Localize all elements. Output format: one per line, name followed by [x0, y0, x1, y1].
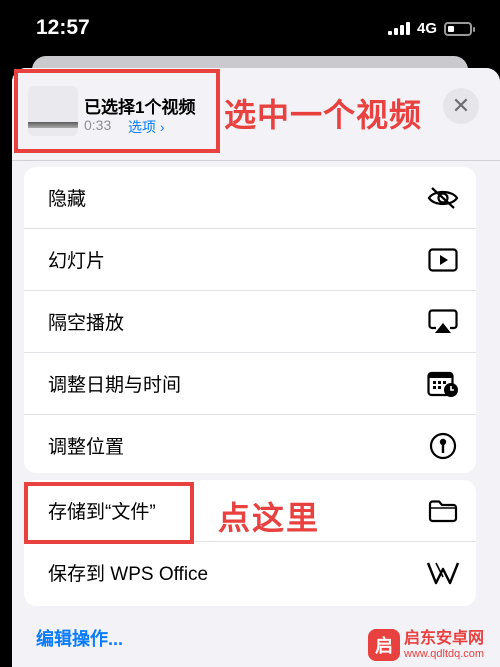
action-airplay[interactable]: 隔空播放 — [24, 291, 476, 353]
eye-slash-icon — [426, 181, 460, 215]
signal-icon — [387, 22, 410, 35]
annotation-click-here: 点这里 — [218, 500, 321, 536]
watermark-url: www.qdltdq.com — [404, 647, 485, 660]
actions-group-1: 隐藏 幻灯片 隔空播放 调整日期与时间 调整位置 — [24, 167, 476, 473]
action-label: 隐藏 — [48, 189, 87, 210]
action-label: 幻灯片 — [48, 251, 106, 272]
annotation-select-video: 选中一个视频 — [224, 97, 423, 133]
action-adjust-location[interactable]: 调整位置 — [24, 415, 476, 473]
close-icon: ✕ — [451, 93, 471, 118]
edit-actions-link[interactable]: 编辑操作... — [36, 625, 123, 651]
highlight-box-selection — [14, 69, 220, 153]
action-adjust-date-time[interactable]: 调整日期与时间 — [24, 353, 476, 415]
watermark: 启 启东安卓网 www.qdltdq.com — [368, 622, 500, 667]
close-button[interactable]: ✕ — [443, 88, 479, 124]
share-sheet: 已选择1个视频 0:33 选项 › 选中一个视频 ✕ 隐藏 幻灯片 隔空播放 调… — [12, 68, 500, 667]
action-hide[interactable]: 隐藏 — [24, 167, 476, 229]
network-label: 4G — [416, 20, 437, 37]
action-label: 隔空播放 — [48, 313, 125, 334]
action-label: 保存到 WPS Office — [48, 564, 209, 585]
wps-icon — [426, 556, 460, 590]
action-slideshow[interactable]: 幻灯片 — [24, 229, 476, 291]
action-save-to-wps[interactable]: 保存到 WPS Office — [24, 542, 476, 603]
status-time: 12:57 — [36, 16, 90, 39]
action-label: 调整位置 — [48, 437, 125, 458]
calendar-clock-icon — [426, 367, 460, 401]
watermark-name: 启东安卓网 — [404, 629, 485, 647]
status-icons: 4G — [387, 20, 475, 37]
action-label: 调整日期与时间 — [48, 375, 182, 396]
sheet-header: 已选择1个视频 0:33 选项 › 选中一个视频 ✕ — [12, 68, 500, 161]
watermark-logo: 启 — [368, 628, 400, 661]
highlight-box-save-to-files — [24, 482, 194, 544]
folder-icon — [426, 494, 460, 528]
battery-icon — [444, 21, 475, 36]
status-bar: 12:57 4G — [0, 0, 500, 62]
play-icon — [426, 243, 460, 277]
location-pin-icon — [426, 429, 460, 463]
airplay-icon — [426, 305, 460, 339]
